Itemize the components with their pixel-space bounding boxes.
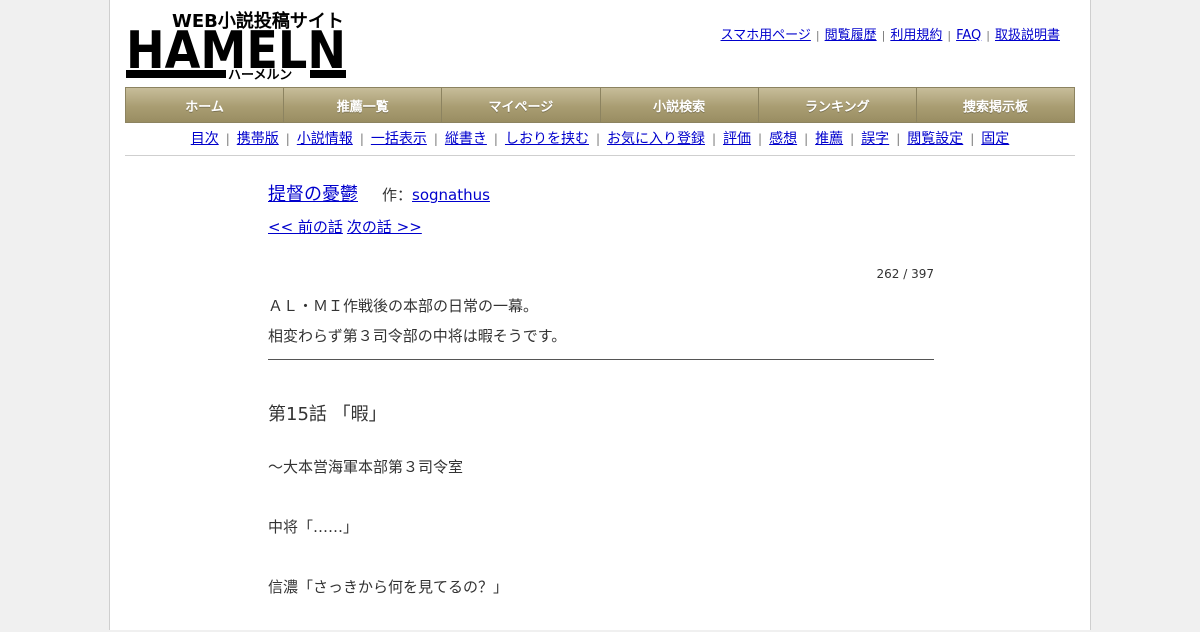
hameln-logo[interactable]: WEB小説投稿サイト HAMELN ハーメルン [126, 8, 348, 82]
nav-board[interactable]: 捜索掲示板 [916, 88, 1075, 122]
subnav-vertical[interactable]: 縦書き [445, 131, 487, 147]
link-terms[interactable]: 利用規約 [890, 28, 942, 43]
subnav-rating[interactable]: 評価 [723, 131, 751, 147]
preface-line: ＡＬ・ＭＩ作戦後の本部の日常の一幕。 [268, 297, 539, 315]
nav-home[interactable]: ホーム [126, 88, 285, 122]
subnav-toc[interactable]: 目次 [191, 131, 219, 147]
novel-content: 提督の憂鬱 作： sognathus << 前の話 次の話 >> 262 / 397… [268, 180, 934, 632]
subnav-favorite[interactable]: お気に入り登録 [607, 131, 705, 147]
subnav-recommend[interactable]: 推薦 [815, 131, 843, 147]
novel-title[interactable]: 提督の憂鬱 [268, 180, 358, 206]
next-episode-link[interactable]: 次の話 >> [347, 218, 422, 236]
subnav-review[interactable]: 感想 [769, 131, 797, 147]
body-paragraph: 中将「……」 [268, 518, 359, 536]
subnav-typo[interactable]: 誤字 [861, 131, 889, 147]
link-manual[interactable]: 取扱説明書 [995, 28, 1060, 43]
nav-recommend[interactable]: 推薦一覧 [284, 88, 443, 122]
preface-line: 相変わらず第３司令部の中将は暇そうです。 [268, 327, 567, 345]
link-faq[interactable]: FAQ [956, 28, 981, 43]
nav-mypage[interactable]: マイページ [442, 88, 601, 122]
subnav-info[interactable]: 小説情報 [297, 131, 353, 147]
subnav-mobile[interactable]: 携帯版 [237, 131, 279, 147]
logo-kana: ハーメルン [228, 68, 292, 82]
divider [268, 359, 934, 360]
main-nav: ホーム 推薦一覧 マイページ 小説検索 ランキング 捜索掲示板 [125, 87, 1075, 123]
episode-counter: 262 / 397 [876, 267, 934, 281]
subnav-all[interactable]: 一括表示 [371, 131, 427, 147]
nav-search[interactable]: 小説検索 [600, 88, 759, 122]
sub-nav: 目次 | 携帯版 | 小説情報 | 一括表示 | 縦書き | しおりを挟む | お気に入り登録 | 評価 | 感… [125, 127, 1075, 156]
chapter-title: 第15話 「暇」 [268, 404, 387, 425]
nav-ranking[interactable]: ランキング [758, 88, 917, 122]
subnav-fix[interactable]: 固定 [981, 131, 1009, 147]
link-history[interactable]: 閲覧履歴 [825, 28, 877, 43]
body-paragraph: 信濃「さっきから何を見てるの？」 [268, 578, 509, 596]
prev-episode-link[interactable]: << 前の話 [268, 218, 343, 236]
author-link[interactable]: sognathus [412, 186, 490, 204]
subnav-bookmark[interactable]: しおりを挟む [505, 131, 589, 147]
link-smartphone[interactable]: スマホ用ページ [721, 28, 811, 43]
page: WEB小説投稿サイト HAMELN ハーメルン スマホ用ページ | 閲覧履歴 | 利用規… [109, 0, 1091, 630]
top-links: スマホ用ページ | 閲覧履歴 | 利用規約 | FAQ | 取扱説明書 [720, 28, 1060, 43]
subnav-settings[interactable]: 閲覧設定 [907, 131, 963, 147]
episode-pager: << 前の話 次の話 >> [268, 216, 934, 237]
title-row: 提督の憂鬱 作： sognathus [268, 180, 934, 210]
chapter-body: ～大本営海軍本部第３司令室 中将「……」 信濃「さっきから何を見てるの？」 [268, 452, 934, 602]
preface: ＡＬ・ＭＩ作戦後の本部の日常の一幕。 相変わらず第３司令部の中将は暇そうです。 [268, 291, 934, 351]
body-paragraph: ～大本営海軍本部第３司令室 [268, 458, 464, 476]
author-prefix: 作： [382, 186, 413, 204]
